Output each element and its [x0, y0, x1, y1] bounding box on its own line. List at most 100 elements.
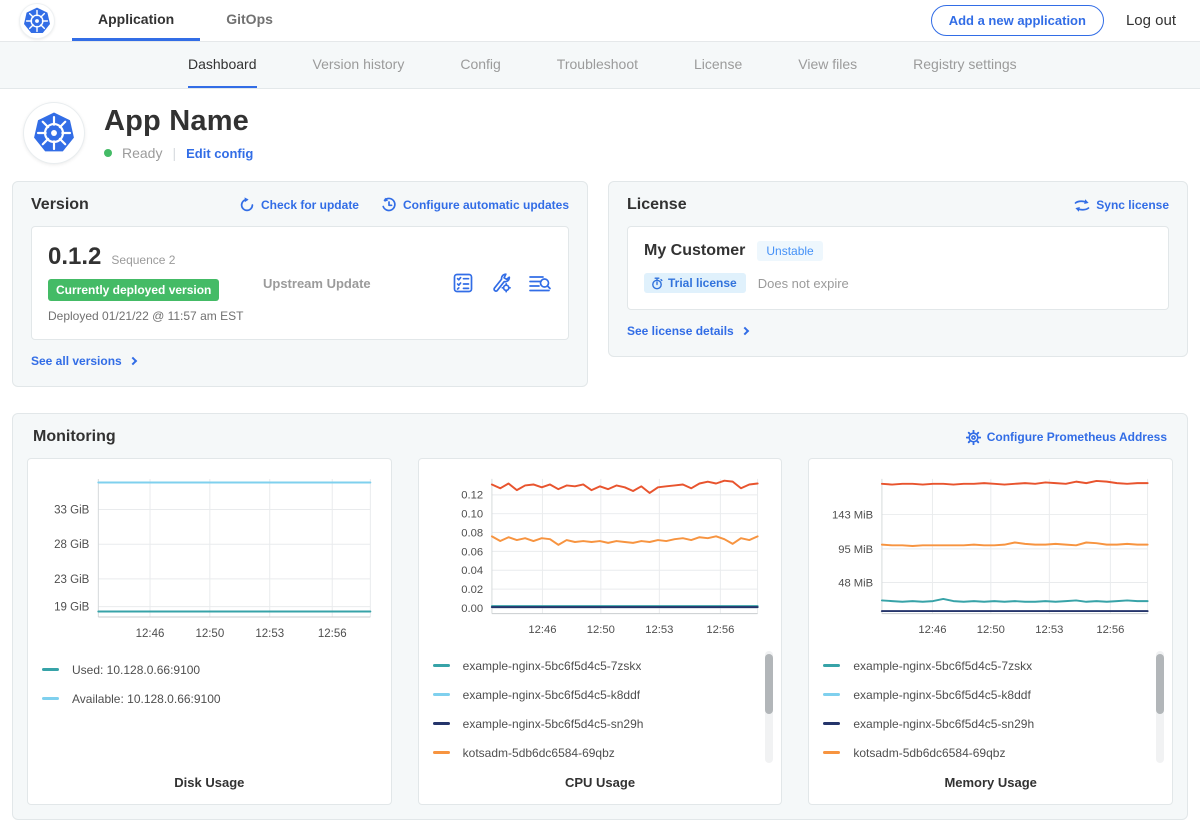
legend-swatch-icon: [823, 751, 840, 754]
legend-item: example-nginx-5bc6f5d4c5-sn29h: [823, 709, 1144, 738]
legend-swatch-icon: [433, 722, 450, 725]
legend-label: kotsadm-5db6dc6584-69qbz: [853, 746, 1005, 760]
legend-item: example-nginx-5bc6f5d4c5-k8ddf: [823, 680, 1144, 709]
legend-label: Available: 10.128.0.66:9100: [72, 692, 221, 706]
chevron-right-icon: [740, 327, 748, 335]
configure-automatic-updates-link[interactable]: Configure automatic updates: [381, 197, 569, 213]
cpu-usage-card: 0.00 0.02 0.04 0.06 0.08 0.10 0.12 12:46 12:50 12…: [418, 458, 783, 805]
legend-item: example-nginx-5bc6f5d4c5-k8ddf: [433, 680, 754, 709]
view-logs-icon[interactable]: [528, 272, 552, 294]
memory-usage-card: 48 MiB95 MiB143 MiB12:4612:5012:5312:56e…: [808, 458, 1173, 805]
license-card-title: License: [627, 196, 687, 214]
memory-usage-legend: example-nginx-5bc6f5d4c5-7zskx example-ng…: [823, 651, 1158, 767]
legend-scrollbar[interactable]: [1156, 651, 1164, 763]
legend-swatch-icon: [433, 751, 450, 754]
stopwatch-icon: [651, 277, 663, 290]
svg-text:0.02: 0.02: [461, 584, 483, 596]
disk-usage-title: Disk Usage: [42, 767, 377, 796]
svg-text:0.00: 0.00: [461, 603, 483, 615]
svg-text:12:53: 12:53: [1036, 624, 1064, 636]
svg-text:0.06: 0.06: [461, 546, 483, 558]
cpu-usage-title: CPU Usage: [433, 767, 768, 796]
channel-badge: Unstable: [757, 241, 822, 261]
disk-usage-chart: 19 GiB23 GiB28 GiB33 GiB12:4612:5012:531…: [42, 471, 377, 643]
legend-item: example-nginx-5bc6f5d4c5-7zskx: [433, 651, 754, 680]
legend-label: example-nginx-5bc6f5d4c5-sn29h: [463, 717, 644, 731]
version-card-title: Version: [31, 196, 89, 214]
svg-text:0.04: 0.04: [461, 565, 483, 577]
refresh-icon: [239, 197, 255, 213]
svg-text:12:56: 12:56: [706, 624, 734, 636]
see-license-details-link[interactable]: See license details: [627, 322, 1169, 340]
tab-troubleshoot[interactable]: Troubleshoot: [557, 42, 638, 88]
app-header: App Name Ready | Edit config: [0, 89, 1200, 175]
svg-text:95 MiB: 95 MiB: [839, 544, 874, 556]
app-logo-icon: [24, 103, 84, 163]
legend-item: kotsadm-5db6dc6584-69qbz: [823, 738, 1144, 767]
svg-text:12:53: 12:53: [645, 624, 673, 636]
license-details-row: My Customer Unstable Trial license Does …: [627, 226, 1169, 310]
tab-version-history[interactable]: Version history: [313, 42, 405, 88]
legend-label: example-nginx-5bc6f5d4c5-k8ddf: [853, 688, 1030, 702]
app-sub-nav: Dashboard Version history Config Trouble…: [0, 42, 1200, 89]
tab-dashboard[interactable]: Dashboard: [188, 42, 257, 88]
legend-scrollbar-thumb[interactable]: [1156, 654, 1164, 714]
legend-swatch-icon: [823, 722, 840, 725]
svg-text:0.08: 0.08: [461, 527, 483, 539]
deployed-timestamp: Deployed 01/21/22 @ 11:57 am EST: [48, 309, 263, 323]
license-expiry: Does not expire: [758, 276, 849, 291]
topnav-tab-gitops[interactable]: GitOps: [200, 0, 299, 41]
svg-text:12:46: 12:46: [919, 624, 947, 636]
legend-scrollbar[interactable]: [765, 651, 773, 763]
tab-registry-settings[interactable]: Registry settings: [913, 42, 1016, 88]
customer-name: My Customer: [644, 242, 745, 260]
svg-text:0.10: 0.10: [461, 509, 483, 521]
topnav-tab-application[interactable]: Application: [72, 0, 200, 41]
memory-usage-chart: 48 MiB95 MiB143 MiB12:4612:5012:5312:56: [823, 471, 1158, 639]
version-card: Version Check for update Configure au: [12, 181, 588, 387]
status-badge: Ready: [122, 145, 162, 161]
summary-cards-row: Version Check for update Configure au: [12, 181, 1188, 387]
preflight-checks-icon[interactable]: [452, 272, 474, 294]
edit-config-link[interactable]: Edit config: [186, 146, 253, 161]
currently-deployed-badge: Currently deployed version: [48, 279, 219, 301]
add-application-button[interactable]: Add a new application: [931, 5, 1104, 36]
legend-swatch-icon: [823, 693, 840, 696]
svg-text:0.12: 0.12: [461, 490, 483, 502]
svg-text:33 GiB: 33 GiB: [54, 505, 89, 517]
svg-text:23 GiB: 23 GiB: [54, 574, 89, 586]
configure-prometheus-link[interactable]: Configure Prometheus Address: [966, 430, 1167, 445]
topnav-spacer: [299, 0, 931, 41]
svg-text:12:50: 12:50: [195, 628, 224, 640]
sync-license-link[interactable]: Sync license: [1074, 198, 1169, 213]
legend-label: kotsadm-5db6dc6584-69qbz: [463, 746, 615, 760]
disk-usage-card: 19 GiB23 GiB28 GiB33 GiB12:4612:5012:531…: [27, 458, 392, 805]
config-wrench-icon[interactable]: [490, 272, 512, 294]
legend-label: Used: 10.128.0.66:9100: [72, 663, 200, 677]
legend-item: example-nginx-5bc6f5d4c5-7zskx: [823, 651, 1144, 680]
clock-refresh-icon: [381, 197, 397, 213]
cpu-usage-legend: example-nginx-5bc6f5d4c5-7zskxexample-ng…: [433, 651, 768, 767]
svg-text:48 MiB: 48 MiB: [839, 577, 874, 589]
monitoring-title: Monitoring: [33, 428, 116, 446]
logout-button[interactable]: Log out: [1126, 12, 1176, 29]
version-number: 0.1.2: [48, 243, 101, 271]
page-title: App Name: [104, 105, 253, 138]
legend-swatch-icon: [823, 664, 840, 667]
svg-text:12:46: 12:46: [528, 624, 556, 636]
legend-swatch-icon: [42, 697, 59, 700]
tab-license[interactable]: License: [694, 42, 742, 88]
svg-text:12:56: 12:56: [1097, 624, 1125, 636]
svg-text:12:50: 12:50: [586, 624, 614, 636]
license-type-badge: Trial license: [644, 273, 746, 293]
check-for-update-link[interactable]: Check for update: [239, 197, 359, 213]
tab-config[interactable]: Config: [460, 42, 500, 88]
current-version-row: 0.1.2 Sequence 2 Currently deployed vers…: [31, 226, 569, 340]
top-nav: Application GitOps Add a new application…: [0, 0, 1200, 42]
version-sequence: Sequence 2: [111, 253, 175, 267]
see-all-versions-link[interactable]: See all versions: [31, 352, 569, 370]
svg-text:12:56: 12:56: [318, 628, 347, 640]
brand: [20, 0, 54, 41]
tab-view-files[interactable]: View files: [798, 42, 857, 88]
legend-scrollbar-thumb[interactable]: [765, 654, 773, 714]
